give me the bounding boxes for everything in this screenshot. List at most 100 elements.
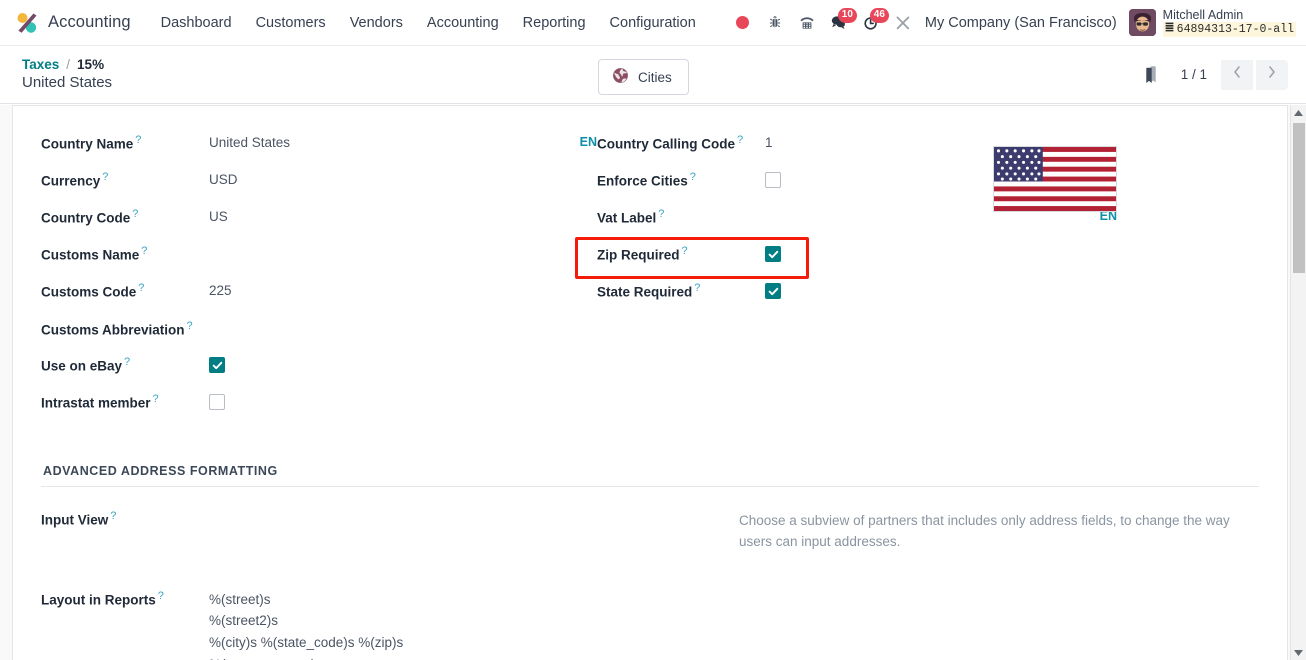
field-zip-required: Zip Required?	[597, 239, 1117, 276]
tooltip-icon[interactable]: ?	[682, 245, 688, 257]
pager-value[interactable]: 1 / 1	[1169, 67, 1219, 82]
phone-keypad-icon[interactable]	[791, 7, 823, 39]
layout-line: %(city)s %(state_code)s %(zip)s	[209, 635, 404, 651]
menu-item-dashboard[interactable]: Dashboard	[149, 9, 244, 37]
tools-icon[interactable]	[887, 7, 919, 39]
enforce-cities-checkbox[interactable]	[765, 172, 781, 188]
field-label: Intrastat member?	[41, 393, 159, 411]
cities-button[interactable]: Cities	[598, 59, 689, 96]
pager-next-button[interactable]	[1256, 59, 1288, 90]
advanced-address-formatting-section: ADVANCED ADDRESS FORMATTING Input View? …	[41, 464, 1259, 660]
tooltip-icon[interactable]: ?	[694, 282, 700, 294]
country-flag-image	[993, 146, 1117, 212]
bookmark-icon[interactable]	[1133, 58, 1167, 92]
field-country-code: Country Code? US	[41, 202, 597, 239]
layout-in-reports-help-text: Change the way addresses are displayed i…	[739, 589, 1259, 660]
bug-icon[interactable]	[759, 7, 791, 39]
tooltip-icon[interactable]: ?	[141, 245, 147, 257]
field-customs-name: Customs Name?	[41, 239, 597, 276]
page-title: United States	[22, 73, 113, 91]
vertical-scrollbar[interactable]	[1290, 105, 1306, 660]
scrollbar-thumb[interactable]	[1293, 123, 1305, 273]
database-badge: 64894313-17-0-all	[1162, 22, 1296, 38]
field-label: Customs Name?	[41, 245, 148, 263]
odoo-logo-icon	[14, 10, 40, 36]
use-on-ebay-checkbox[interactable]	[209, 357, 225, 373]
language-tag[interactable]: EN	[572, 133, 597, 151]
field-customs-abbreviation: Customs Abbreviation?	[41, 313, 597, 350]
company-switcher[interactable]: My Company (San Francisco)	[919, 15, 1127, 31]
tooltip-icon[interactable]: ?	[658, 208, 664, 220]
breadcrumb-item-current[interactable]: 15%	[77, 57, 104, 74]
tooltip-icon[interactable]: ?	[135, 134, 141, 146]
brand-name: Accounting	[48, 13, 131, 31]
field-value	[765, 280, 1117, 299]
tooltip-icon[interactable]: ?	[737, 134, 743, 146]
field-intrastat-member: Intrastat member?	[41, 387, 597, 424]
brand-home-link[interactable]: Accounting	[10, 10, 135, 36]
menu-item-configuration[interactable]: Configuration	[598, 9, 708, 37]
field-label: Country Calling Code?	[597, 134, 744, 152]
field-label: Zip Required?	[597, 245, 688, 263]
tooltip-icon[interactable]: ?	[138, 282, 144, 294]
currency-value[interactable]: USD	[209, 169, 597, 190]
intrastat-member-checkbox[interactable]	[209, 394, 225, 410]
zip-required-checkbox[interactable]	[765, 246, 781, 262]
field-country-name: Country Name? United States EN	[41, 128, 597, 165]
user-menu[interactable]: Mitchell Admin 64894313-17-0-all	[1127, 8, 1300, 38]
pager-previous-button[interactable]	[1221, 59, 1253, 90]
layout-line: %(street2)s	[209, 613, 279, 629]
tooltip-icon[interactable]: ?	[124, 356, 130, 368]
field-state-required: State Required?	[597, 276, 1117, 313]
form-sheet: Country Name? United States EN Currency?…	[12, 105, 1288, 660]
control-panel: Taxes / 15% United States Cities 1 / 1	[0, 46, 1306, 104]
tooltip-icon[interactable]: ?	[102, 171, 108, 183]
user-name: Mitchell Admin	[1162, 7, 1244, 22]
tooltip-icon[interactable]: ?	[158, 590, 164, 602]
main-menu: Dashboard Customers Vendors Accounting R…	[149, 9, 708, 37]
field-use-on-ebay: Use on eBay?	[41, 350, 597, 387]
customs-abbreviation-value[interactable]	[209, 317, 597, 318]
scroll-up-arrow-icon[interactable]	[1291, 105, 1306, 121]
clock-icon[interactable]: 46	[855, 7, 889, 39]
breadcrumb-item-taxes[interactable]: Taxes	[22, 57, 59, 74]
breadcrumb: Taxes / 15% United States	[22, 57, 112, 93]
systray: 10 46 My Company (San Francisco) Mitchel…	[727, 7, 1300, 39]
input-view-help-text: Choose a subview of partners that includ…	[739, 513, 1230, 549]
form-column-right: Country Calling Code? 1 Enforce Cities? …	[575, 128, 1117, 424]
field-label: Layout in Reports?	[41, 589, 164, 608]
field-label: Country Name?	[41, 134, 142, 152]
menu-item-vendors[interactable]: Vendors	[338, 9, 415, 37]
customs-code-value[interactable]: 225	[209, 280, 597, 301]
tooltip-icon[interactable]: ?	[690, 171, 696, 183]
menu-item-reporting[interactable]: Reporting	[511, 9, 598, 37]
layout-line: %(street)s	[209, 591, 271, 607]
state-required-checkbox[interactable]	[765, 283, 781, 299]
scroll-down-arrow-icon[interactable]	[1291, 644, 1306, 660]
field-value	[209, 391, 597, 410]
chat-icon[interactable]: 10	[823, 7, 857, 39]
field-currency: Currency? USD	[41, 165, 597, 202]
field-label: Currency?	[41, 171, 109, 189]
tooltip-icon[interactable]: ?	[153, 393, 159, 405]
record-dot-icon[interactable]	[727, 7, 759, 39]
chevron-left-icon	[1232, 65, 1242, 84]
field-value[interactable]: United States EN	[209, 132, 597, 153]
field-label: Customs Code?	[41, 282, 145, 300]
field-value	[209, 354, 597, 373]
country-code-value[interactable]: US	[209, 206, 597, 227]
customs-name-value[interactable]	[209, 243, 597, 244]
menu-item-accounting[interactable]: Accounting	[415, 9, 511, 37]
field-input-view: Input View? Choose a subview of partners…	[41, 503, 1259, 559]
tooltip-icon[interactable]: ?	[187, 320, 193, 332]
top-navbar: Accounting Dashboard Customers Vendors A…	[0, 0, 1306, 46]
tooltip-icon[interactable]: ?	[110, 510, 116, 522]
database-name: 64894313-17-0-all	[1176, 23, 1294, 37]
menu-item-customers[interactable]: Customers	[244, 9, 338, 37]
tooltip-icon[interactable]: ?	[132, 208, 138, 220]
field-label: State Required?	[597, 282, 701, 300]
form-scroll-area: Country Name? United States EN Currency?…	[0, 105, 1306, 660]
layout-in-reports-value[interactable]: %(street)s %(street2)s %(city)s %(state_…	[209, 589, 739, 660]
stat-buttons: Cities	[598, 59, 689, 96]
globe-icon	[612, 67, 629, 87]
